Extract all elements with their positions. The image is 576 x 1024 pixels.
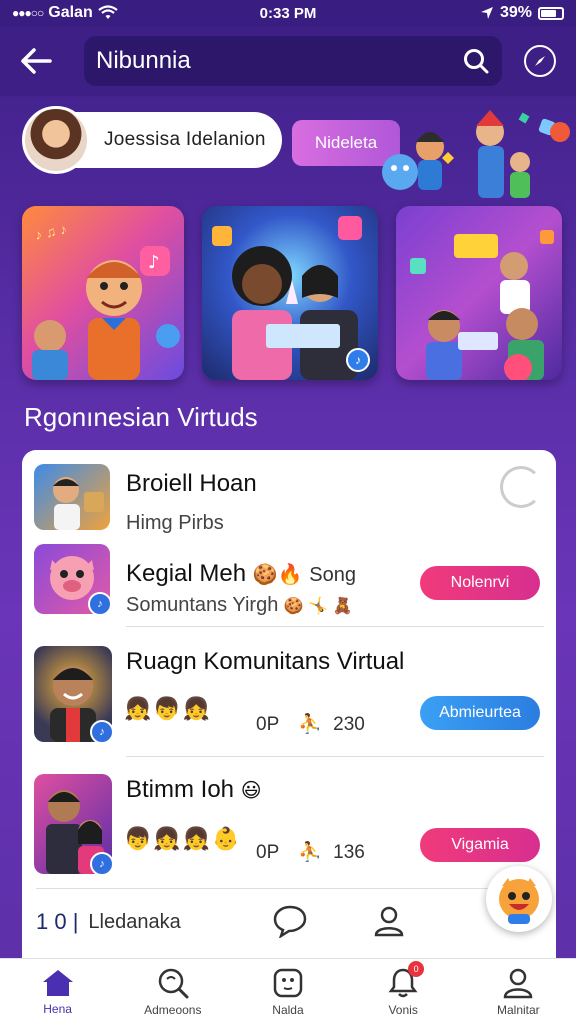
divider: [36, 888, 546, 889]
header-title: Nibunnia: [96, 47, 191, 74]
comment-icon[interactable]: [272, 904, 308, 938]
list-item-subtitle-text: Somuntans Yirgh: [126, 594, 279, 616]
emoji-icon: 😃: [240, 780, 262, 802]
back-button[interactable]: [16, 41, 56, 81]
hero-banner: Joessisa Idelanion Nideleta ♪ ♫ ♪ ♪ ♪: [0, 96, 576, 396]
list-item-subtitle: Himg Pirbs: [126, 512, 224, 534]
list-item-title-suffix: Song: [309, 564, 356, 586]
game-icon: [273, 968, 303, 997]
meta-label: 0P: [256, 842, 279, 863]
meta-label: 0P: [256, 714, 279, 735]
music-badge-icon: ♪: [90, 852, 112, 874]
search-bar[interactable]: Nibunnia: [84, 36, 502, 86]
featured-card[interactable]: ♪: [202, 206, 378, 380]
meta-count: 136: [333, 842, 365, 863]
emoji-icon: 🍪🔥: [252, 564, 303, 586]
member-avatars-icon: 👦👧👧👶: [124, 826, 242, 851]
list-item-title-text: Btimm Ioh: [126, 776, 235, 803]
music-badge-icon: ♪: [90, 720, 112, 742]
list-footer: 1 0 | Lledanaka: [36, 900, 546, 944]
meta-count: 230: [333, 714, 365, 735]
svg-text:♪ ♫ ♪: ♪ ♫ ♪: [33, 221, 68, 243]
search-icon[interactable]: [462, 47, 490, 75]
section-title: Rgonınesian Virtuds: [24, 402, 258, 432]
search-icon: [158, 968, 189, 998]
battery-icon: [538, 6, 564, 20]
mascot-icon: [499, 878, 539, 924]
nav-label: Vonis: [388, 1002, 418, 1017]
hero-illustration: [382, 110, 570, 198]
list-item-thumbnail: [34, 464, 110, 530]
join-button[interactable]: Vigamia: [420, 828, 540, 862]
thumbnail-illustration: [53, 477, 104, 530]
footer-count: 1 0 |: [36, 909, 79, 934]
nav-search[interactable]: Admeoons: [118, 967, 228, 1017]
profile-icon[interactable]: [372, 904, 406, 938]
list-item-thumbnail: ♪: [34, 544, 110, 614]
featured-card[interactable]: ♪ ♫ ♪ ♪: [22, 206, 184, 380]
status-time: 0:33 PM: [259, 4, 317, 22]
nav-label: Hena: [43, 1001, 72, 1016]
avatar: [22, 106, 90, 174]
community-list: Broiell Hoan Himg Pirbs ♪ Kegial Meh 🍪🔥 …: [22, 450, 556, 970]
notification-badge: 0: [408, 960, 425, 977]
list-item-meta: 0P ⛹ 136: [256, 840, 365, 864]
list-item-title: Btimm Ioh 😃: [126, 776, 262, 804]
music-badge-icon: ♪: [346, 348, 370, 372]
nav-notifications[interactable]: 0 Vonis: [348, 960, 458, 1017]
card-illustration: [410, 230, 554, 380]
emoji-icon: 🍪 🤸 🧸: [283, 598, 353, 615]
list-item-meta: 0P ⛹ 230: [256, 712, 365, 736]
list-item-title-text: Kegial Meh: [126, 560, 247, 587]
profile-chip[interactable]: Joessisa Idelanion: [22, 106, 282, 174]
join-button[interactable]: Nolenrvi: [420, 566, 540, 600]
users-icon: ⛹: [298, 714, 322, 735]
nav-profile[interactable]: Malnitar: [463, 967, 573, 1017]
compass-icon: [535, 56, 545, 66]
list-item-subtitle: Somuntans Yirgh 🍪 🤸 🧸: [126, 594, 353, 617]
users-icon: ⛹: [298, 842, 322, 863]
nav-label: Admeoons: [144, 1002, 202, 1017]
featured-cards: ♪ ♫ ♪ ♪ ♪: [22, 206, 562, 380]
list-item-title: Kegial Meh 🍪🔥 Song: [126, 560, 356, 588]
loading-spinner-icon: [500, 466, 542, 508]
compass-button[interactable]: [524, 45, 556, 77]
bottom-nav: Hena Admeoons Nalda 0 Vonis Malnitar: [0, 958, 576, 1024]
nav-home[interactable]: Hena: [3, 968, 113, 1016]
list-item-thumbnail: ♪: [34, 646, 112, 742]
profile-name: Joessisa Idelanion: [104, 129, 266, 150]
profile-icon: [504, 968, 533, 998]
nav-games[interactable]: Nalda: [233, 967, 343, 1017]
card-illustration: ♪ ♫ ♪ ♪: [32, 221, 180, 380]
music-badge-icon: ♪: [88, 592, 110, 614]
svg-text:♪: ♪: [148, 252, 160, 273]
footer-label: Lledanaka: [88, 910, 181, 933]
join-button[interactable]: Abmieurtea: [420, 696, 540, 730]
divider: [126, 756, 544, 757]
nav-label: Nalda: [272, 1002, 304, 1017]
divider: [126, 626, 544, 627]
member-avatars-icon: 👧👦👧: [124, 696, 213, 721]
status-bar: ●●●○○ Galan 0:33 PM 39%: [0, 0, 576, 26]
nav-label: Malnitar: [497, 1002, 540, 1017]
featured-card[interactable]: [396, 206, 562, 380]
list-item-thumbnail: ♪: [34, 774, 112, 874]
app-header: Nibunnia: [0, 26, 576, 96]
home-icon: [42, 969, 73, 996]
back-arrow-icon: [21, 48, 52, 74]
list-item-title: Broiell Hoan: [126, 470, 257, 497]
mascot-button[interactable]: [486, 866, 552, 932]
list-item-title: Ruagn Komunitans Virtual: [126, 648, 405, 675]
